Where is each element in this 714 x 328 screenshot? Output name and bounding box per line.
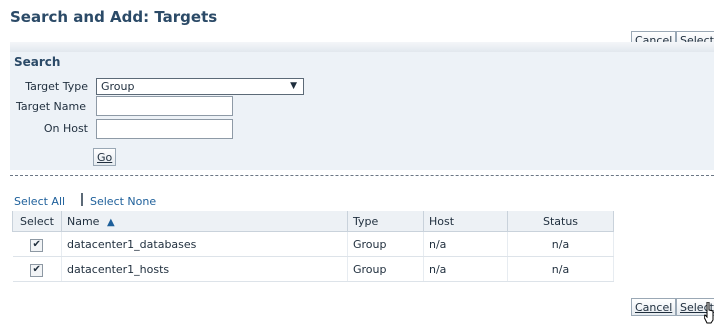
targets-table: Select Name ▲ Type Host Status ✔ datacen… [12, 211, 614, 282]
row-type-cell: Group [347, 231, 424, 257]
row-name-cell: datacenter1_hosts [61, 256, 348, 282]
header-band [10, 42, 714, 52]
row-host-cell: n/a [423, 231, 508, 257]
status-header-label: Status [542, 214, 579, 228]
row-host-cell: n/a [423, 256, 508, 282]
table-row: ✔ datacenter1_hosts Group n/a n/a [12, 256, 614, 282]
section-divider [10, 175, 714, 176]
row-select-cell: ✔ [12, 256, 62, 282]
table-row: ✔ datacenter1_databases Group n/a n/a [12, 231, 614, 257]
row-status-cell: n/a [507, 231, 614, 257]
dropdown-arrow-icon: ▼ [290, 81, 297, 91]
row-type-cell: Group [347, 256, 424, 282]
name-column-header[interactable]: Name ▲ [61, 211, 348, 232]
row-checkbox[interactable]: ✔ [30, 263, 44, 277]
cancel-button-bottom[interactable]: Cancel [631, 298, 677, 316]
type-column-header: Type [347, 211, 424, 232]
page-title: Search and Add: Targets [10, 8, 218, 26]
select-none-link[interactable]: Select None [90, 195, 156, 208]
select-header-label: Select [20, 214, 54, 228]
row-checkbox[interactable]: ✔ [30, 238, 44, 252]
target-name-label: Target Name [16, 100, 86, 113]
table-header-row: Select Name ▲ Type Host Status [12, 211, 614, 232]
target-type-label: Target Type [25, 80, 88, 93]
status-column-header: Status [507, 211, 614, 232]
row-status-cell: n/a [507, 256, 614, 282]
target-type-value: Group [101, 80, 135, 93]
on-host-label: On Host [43, 122, 88, 135]
name-header-label: Name [67, 214, 100, 228]
go-button[interactable]: Go [93, 148, 117, 166]
search-section-title: Search [14, 55, 61, 69]
host-header-label: Host [429, 214, 455, 228]
target-type-select[interactable]: Group ▼ [96, 78, 304, 95]
select-all-link[interactable]: Select All [14, 195, 65, 208]
sort-ascending-icon[interactable]: ▲ [107, 217, 115, 228]
row-select-cell: ✔ [12, 231, 62, 257]
link-separator [81, 193, 83, 206]
target-name-input[interactable] [96, 96, 233, 116]
host-column-header: Host [423, 211, 508, 232]
type-header-label: Type [353, 214, 379, 228]
select-column-header: Select [12, 211, 62, 232]
mouse-pointer-icon [704, 302, 714, 324]
row-name-cell: datacenter1_databases [61, 231, 348, 257]
on-host-input[interactable] [96, 119, 233, 139]
